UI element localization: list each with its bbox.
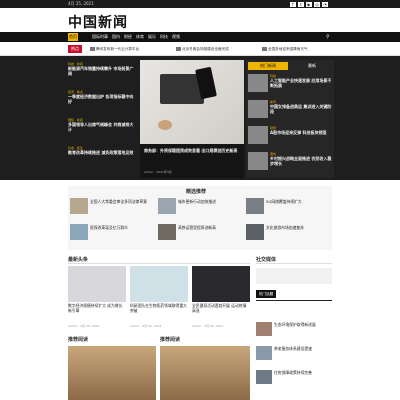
news-thumb [70, 198, 88, 214]
item-title[interactable]: 高铁运营里程再创新高 [178, 225, 242, 231]
hero-list-item[interactable]: 社会 · 民生 教育改革持续推进 减负政策落地见效 [68, 146, 138, 174]
ticker-thumb [262, 47, 267, 51]
featured-section [68, 186, 332, 250]
tab-latest[interactable]: 最新 [292, 62, 332, 70]
card-title[interactable]: 全民健身活动蓬勃开展 运动热情高涨 [192, 303, 250, 313]
hero-title[interactable]: 商务部：外贸保稳提质成效显著 出口规模创历史新高 [144, 148, 240, 153]
nav-item[interactable]: 娱乐 [148, 33, 156, 41]
card-title[interactable]: 数字经济规模持续扩大 成为增长新引擎 [68, 303, 126, 313]
news-thumb [248, 74, 268, 92]
item-title[interactable]: 人工智能产业快速发展 应用场景不断拓展 [270, 78, 332, 88]
news-thumb [256, 370, 272, 384]
card-meta: admin · 4月 25, 2021 [130, 324, 162, 328]
card-meta: admin · 4月 25, 2021 [68, 324, 100, 328]
item-title[interactable]: 乡村振兴战略全面推进 农民收入稳步增长 [270, 156, 332, 166]
twitter-icon[interactable]: t [298, 1, 304, 7]
item-title[interactable]: 一季度经济数据出炉 各项指标稳中向好 [68, 94, 136, 104]
divider [256, 300, 332, 301]
news-thumb [70, 224, 88, 240]
news-thumb [256, 346, 272, 360]
hero-meta: admin · 2021年4月 [144, 170, 172, 174]
item-title[interactable]: 文化旅游市场加速复苏 [266, 225, 330, 231]
youtube-icon[interactable]: ▶ [306, 1, 312, 7]
main-nav: 首页 国际时事 国内 财经 体育 娱乐 科技 视频 ⚲ [0, 32, 400, 42]
hero-caption[interactable]: 商务部：外贸保稳提质成效显著 出口规模创历史新高 admin · 2021年4月 [140, 144, 244, 178]
hero-image[interactable] [140, 60, 244, 144]
news-thumb [158, 224, 176, 240]
item-title[interactable]: 城市更新行动加快推进 [178, 199, 242, 205]
search-icon[interactable]: ⚲ [326, 33, 330, 41]
hero-list-item[interactable]: 国际 · 新闻 多国领导人出席气候峰会 共商减排大计 [68, 118, 138, 146]
item-title[interactable]: 生态环境保护取得新进展 [274, 322, 332, 328]
news-thumb [248, 100, 268, 118]
top-bar: 4月 25, 2021 f t ▶ ◎ ◔ [0, 0, 400, 8]
section-heading: 推荐阅读 [160, 337, 181, 343]
news-thumb [248, 126, 268, 144]
ticker-item[interactable]: 全国多地迎来强降雨天气 [268, 45, 308, 53]
tab-trending[interactable]: 热门话题 [256, 290, 276, 298]
hero-list-item[interactable]: 经济 · 焦点 一季度经济数据出炉 各项指标稳中向好 [68, 90, 138, 118]
item-title[interactable]: 5G网络覆盖持续扩大 [266, 199, 330, 205]
item-title[interactable]: 住房保障政策持续完善 [274, 370, 332, 376]
item-title[interactable]: 医保改革惠及亿万群众 [90, 225, 154, 231]
nav-item[interactable]: 体育 [136, 33, 144, 41]
breaking-ticker: 热点 腾讯发布新一代云计算平台 北京冬奥会场馆建设全面完成 全国多地迎来强降雨天… [0, 42, 400, 56]
sidebar-heading: 社交媒体 [256, 257, 277, 263]
card-meta: admin · 4月 25, 2021 [192, 324, 224, 328]
social-widget [256, 268, 332, 284]
news-thumb [246, 198, 264, 214]
nav-item[interactable]: 财经 [124, 33, 132, 41]
header: 中国新闻 [0, 8, 400, 32]
site-logo[interactable]: 中国新闻 [68, 12, 128, 32]
nav-item[interactable]: 视频 [172, 33, 180, 41]
section-heading: 最新头条 [68, 257, 89, 263]
section-heading: 精选推荐 [186, 189, 207, 195]
item-title[interactable]: 教育改革持续推进 减负政策落地见效 [68, 150, 136, 155]
card-title[interactable]: 科研团队在生物医药领域取得重大突破 [130, 303, 188, 313]
item-title[interactable]: 新能源汽车销量持续攀升 市场前景广阔 [68, 66, 136, 76]
ticker-thumb [90, 47, 95, 51]
news-thumb [256, 322, 272, 336]
feature-image[interactable] [68, 346, 156, 400]
rss-icon[interactable]: ◔ [322, 1, 328, 7]
tab-popular[interactable]: 热门新闻 [248, 62, 288, 70]
facebook-icon[interactable]: f [290, 1, 296, 7]
news-thumb [248, 152, 268, 170]
hero-list-item[interactable]: 科技 · 新闻 新能源汽车销量持续攀升 市场前景广阔 [68, 62, 138, 90]
instagram-icon[interactable]: ◎ [314, 1, 320, 7]
news-thumb [158, 198, 176, 214]
divider [68, 263, 250, 264]
nav-item[interactable]: 国内 [112, 33, 120, 41]
item-title[interactable]: 多国领导人出席气候峰会 共商减排大计 [68, 122, 136, 132]
ticker-label: 热点 [68, 45, 82, 53]
card-image [192, 266, 250, 302]
ticker-thumb [176, 47, 181, 51]
nav-home[interactable]: 首页 [68, 33, 78, 41]
item-title[interactable]: 养老服务体系建设提速 [274, 346, 332, 352]
nav-item[interactable]: 国际时事 [92, 33, 108, 41]
news-thumb [246, 224, 264, 240]
section-heading: 推荐阅读 [68, 337, 89, 343]
ticker-item[interactable]: 北京冬奥会场馆建设全面完成 [182, 45, 229, 53]
item-title[interactable]: A股市场迎来反弹 科技板块领涨 [270, 130, 332, 135]
ticker-item[interactable]: 腾讯发布新一代云计算平台 [96, 45, 139, 53]
date-text: 4月 25, 2021 [68, 1, 94, 6]
feature-image[interactable] [160, 346, 250, 400]
divider [256, 263, 332, 264]
item-title[interactable]: 全国人大常委会审议多项法律草案 [90, 199, 154, 205]
coffee-cup [158, 120, 172, 130]
card-image [130, 266, 188, 302]
card-image [68, 266, 126, 302]
item-title[interactable]: 中国女排备战奥运 集训进入关键阶段 [270, 104, 332, 114]
nav-item[interactable]: 科技 [160, 33, 168, 41]
